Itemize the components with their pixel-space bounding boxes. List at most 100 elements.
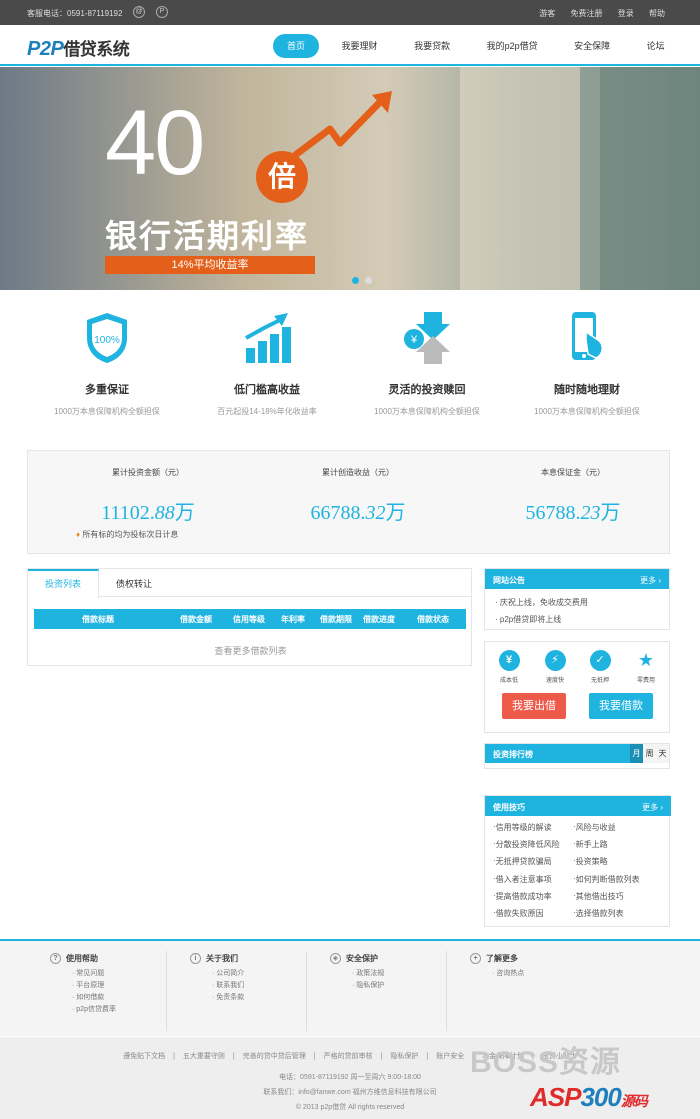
banner-bei: 倍 bbox=[256, 151, 308, 203]
col-amount[interactable]: 借款金额 bbox=[180, 614, 212, 625]
stat-value: 11102.88万 bbox=[101, 502, 195, 524]
footer-link[interactable]: · 公司简介 bbox=[212, 968, 330, 980]
register-link[interactable]: 免费注册 bbox=[571, 9, 603, 18]
footer-col-about: i 关于我们 · 公司简介 · 联系我们 · 免责条款 bbox=[190, 953, 330, 1031]
feature-title: 低门槛高收益 bbox=[234, 384, 300, 396]
stat-total-invest: 累计投资金额（元） 11102.88万 bbox=[48, 467, 248, 525]
feature-desc: 1000万本息保障机构全额担保 bbox=[374, 407, 480, 416]
footer-link[interactable]: · 隐私保护 bbox=[352, 980, 470, 992]
tip-link[interactable]: · 其他借出技巧 bbox=[573, 891, 624, 901]
pager-dot[interactable] bbox=[352, 277, 359, 284]
guest-link[interactable]: 游客 bbox=[539, 9, 555, 18]
tips-header: 使用技巧 更多 › bbox=[485, 796, 671, 816]
plus-icon: + bbox=[470, 953, 481, 965]
notice-header: 网站公告 更多 › bbox=[485, 569, 669, 589]
footer-link[interactable]: · 免责条款 bbox=[212, 992, 330, 1004]
tip-link[interactable]: · 新手上路 bbox=[573, 839, 608, 849]
tips-header-wrap: 使用技巧 更多 › bbox=[485, 796, 671, 816]
flame-icon: ♦ bbox=[76, 530, 81, 539]
mobile-icon bbox=[572, 312, 603, 360]
tab-debt-transfer[interactable]: 债权转让 bbox=[99, 571, 169, 599]
col-status[interactable]: 借款状态 bbox=[417, 614, 449, 625]
col-rate[interactable]: 年利率 bbox=[281, 614, 305, 625]
footer-bottom-link[interactable]: 五大重要守则 bbox=[183, 1053, 225, 1060]
borrow-button[interactable]: 我要借款 bbox=[589, 693, 653, 719]
feature-item: ¥ 灵活的投资赎回 1000万本息保障机构全额担保 bbox=[367, 310, 487, 419]
notice-more-link[interactable]: 更多 › bbox=[640, 575, 661, 586]
weibo-icon[interactable]: @ bbox=[133, 6, 145, 18]
col-progress[interactable]: 借款进度 bbox=[363, 614, 395, 625]
shield-icon: ◈ bbox=[330, 953, 341, 965]
rank-tab-week[interactable]: 周 bbox=[643, 744, 656, 763]
notice-item[interactable]: · 庆祝上线，免收成交费用 bbox=[495, 594, 659, 611]
footer-link[interactable]: · 咨询热点 bbox=[492, 968, 610, 980]
header: P2P借贷系统 首页 我要理财 我要贷款 我的p2p借贷 安全保障 论坛 bbox=[0, 25, 700, 66]
feature-item: 100% 多重保证 1000万本息保障机构全额担保 bbox=[47, 310, 167, 419]
tip-link[interactable]: · 如何判断借款列表 bbox=[573, 874, 640, 884]
tip-link[interactable]: · 分散投资降低风险 bbox=[493, 839, 560, 849]
more-loans-link[interactable]: 查看更多借款列表 bbox=[28, 644, 473, 657]
footer-link[interactable]: · 平台原理 bbox=[72, 980, 190, 992]
footer-link[interactable]: · 联系我们 bbox=[212, 980, 330, 992]
footer-col-more: + 了解更多 · 咨询热点 bbox=[470, 953, 610, 1031]
tip-link[interactable]: · 信用等级的解读 bbox=[493, 822, 552, 832]
stat-label: 累计投资金额（元） bbox=[112, 468, 184, 477]
footer-link[interactable]: · p2p信贷费率 bbox=[72, 1004, 190, 1016]
quick-item: ¥ 成本低 bbox=[489, 650, 529, 684]
notice-panel: 网站公告 更多 › · 庆祝上线，免收成交费用 · p2p借贷即将上线 bbox=[484, 568, 670, 630]
rank-tab-month[interactable]: 月 bbox=[630, 744, 643, 763]
footer-bottom-link[interactable]: 完善的贷中贷后管理 bbox=[243, 1053, 306, 1060]
watermark-asp: ASP300源码 bbox=[530, 1082, 648, 1112]
nav-invest[interactable]: 我要理财 bbox=[328, 34, 392, 58]
pager-dot[interactable] bbox=[365, 277, 372, 284]
logo-text: 借贷系统 bbox=[63, 40, 130, 59]
p-icon[interactable]: P bbox=[156, 6, 168, 18]
logo[interactable]: P2P借贷系统 bbox=[27, 35, 130, 61]
lend-button[interactable]: 我要出借 bbox=[502, 693, 566, 719]
tip-link[interactable]: · 选择借款列表 bbox=[573, 908, 624, 918]
tip-link[interactable]: · 提高借款成功率 bbox=[493, 891, 552, 901]
banner-strip: 14%平均收益率 bbox=[105, 256, 315, 274]
footer-bottom-link[interactable]: 账户安全 bbox=[436, 1053, 464, 1060]
footer-link[interactable]: · 常见问题 bbox=[72, 968, 190, 980]
tip-link[interactable]: · 借入者注意事项 bbox=[493, 874, 552, 884]
nav-forum[interactable]: 论坛 bbox=[633, 34, 679, 58]
tip-link[interactable]: · 风险与收益 bbox=[573, 822, 616, 832]
rank-tab-day[interactable]: 天 bbox=[656, 744, 669, 763]
tip-link[interactable]: · 借款失败原因 bbox=[493, 908, 544, 918]
footer: ? 使用帮助 · 常见问题 · 平台原理 · 如何借款 · p2p信贷费率 i 关于… bbox=[0, 939, 700, 1036]
feature-title: 多重保证 bbox=[85, 384, 129, 396]
stat-total-income: 累计创造收益（元） 66788.32万 bbox=[258, 467, 458, 525]
tip-link[interactable]: · 无抵押贷款骗局 bbox=[493, 856, 552, 866]
banner-number: 40 bbox=[105, 92, 205, 194]
banner-pager bbox=[352, 276, 378, 286]
footer-link[interactable]: · 如何借款 bbox=[72, 992, 190, 1004]
tab-invest-list[interactable]: 投资列表 bbox=[28, 569, 100, 598]
col-credit[interactable]: 信用等级 bbox=[233, 614, 265, 625]
help-link[interactable]: 帮助 bbox=[649, 9, 665, 18]
nav-security[interactable]: 安全保障 bbox=[560, 34, 624, 58]
shield-badge: 100% bbox=[94, 335, 120, 346]
feature-desc: 百元起投14-18%年化收益率 bbox=[217, 407, 317, 416]
nav-loan[interactable]: 我要贷款 bbox=[400, 34, 464, 58]
footer-bottom-link[interactable]: 隐私保护 bbox=[390, 1053, 418, 1060]
footer-link[interactable]: · 政策法规 bbox=[352, 968, 470, 980]
col-term[interactable]: 借款期限 bbox=[320, 614, 352, 625]
footer-bottom-link[interactable]: 遵免贴下文档 bbox=[123, 1053, 165, 1060]
feature-title: 灵活的投资赎回 bbox=[388, 384, 466, 396]
footer-bottom-link[interactable]: 严格的贷前审核 bbox=[324, 1053, 373, 1060]
stat-value: 56788.23万 bbox=[525, 502, 621, 524]
tips-more-link[interactable]: 更多 › bbox=[642, 802, 663, 813]
col-title[interactable]: 借款标题 bbox=[82, 614, 114, 625]
nav-home[interactable]: 首页 bbox=[273, 34, 320, 58]
hero-banner[interactable]: 40 倍 银行活期利率 14%平均收益率 bbox=[0, 67, 700, 290]
quick-panel: ¥ 成本低 ⚡ 速度快 ✓ 无抵押 ★ 零费用 我要出借 我要借款 bbox=[484, 641, 670, 733]
login-link[interactable]: 登录 bbox=[618, 9, 634, 18]
stat-deposit: 本息保证金（元） 56788.23万 bbox=[473, 467, 673, 525]
ranking-tabs: 月周天 bbox=[630, 744, 669, 763]
tip-link[interactable]: · 投资策略 bbox=[573, 856, 608, 866]
notice-item[interactable]: · p2p借贷即将上线 bbox=[495, 611, 659, 628]
stat-label: 累计创造收益（元） bbox=[322, 468, 394, 477]
nav-my-p2p[interactable]: 我的p2p借贷 bbox=[473, 34, 552, 58]
banner-headline: 银行活期利率 bbox=[105, 218, 310, 254]
